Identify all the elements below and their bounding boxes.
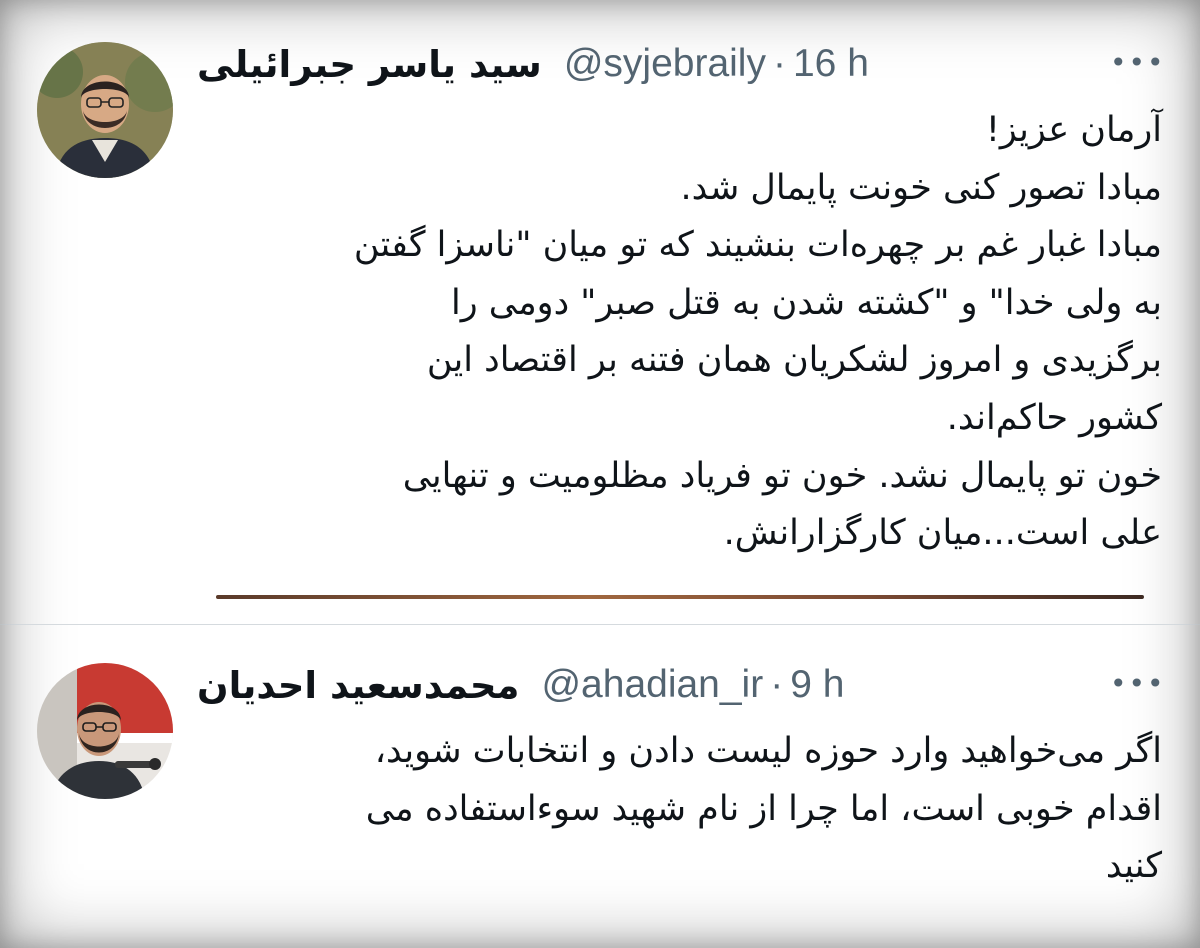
avatar-image <box>37 663 173 799</box>
tweet-text-line: به ولی خدا" و "کشته شدن به قتل صبر" دومی… <box>451 282 1162 323</box>
avatar[interactable] <box>37 42 173 178</box>
tweet-text-line: کنید <box>1105 846 1162 887</box>
tweet-text: اگر می‌خواهید وارد حوزه لیست دادن و انتخ… <box>193 723 1162 896</box>
tweet-text-line: خون تو پایمال نشد. خون تو فریاد مظلومیت … <box>402 455 1162 496</box>
tweet-text-line: اگر می‌خواهید وارد حوزه لیست دادن و انتخ… <box>374 731 1162 771</box>
tweet-text: آرمان عزیز! مبادا تصور کنی خونت پایمال ش… <box>193 102 1162 563</box>
tweet-text-line: علی است...میان کارگزارانش. <box>723 513 1162 554</box>
display-name[interactable]: سید یاسر جبرائیلی <box>197 43 542 86</box>
tweet-text-line: برگزیدی و امروز لشکریان همان فتنه بر اقت… <box>426 340 1162 381</box>
timestamp[interactable]: 9 h <box>790 663 844 707</box>
tweet-feed: سید یاسر جبرائیلی @syjebraily · 16 h •••… <box>0 0 1200 948</box>
tweet-header: محمدسعید احدیان @ahadian_ir · 9 h <box>197 655 1148 715</box>
more-dots-icon: ••• <box>1110 667 1166 700</box>
user-handle[interactable]: @ahadian_ir <box>541 663 763 707</box>
tweet-text-line: مبادا تصور کنی خونت پایمال شد. <box>680 167 1162 208</box>
timestamp[interactable]: 16 h <box>793 42 869 86</box>
avatar-image <box>37 42 173 178</box>
tweet-text-line: اقدام خوبی است، اما چرا از نام شهید سوءا… <box>365 788 1162 829</box>
tweet-text-line: مبادا غبار غم بر چهره‌ات بنشیند که تو می… <box>353 225 1162 266</box>
separator-dot: · <box>770 663 784 706</box>
tweet-ahadian[interactable]: محمدسعید احدیان @ahadian_ir · 9 h ••• اگ… <box>0 627 1200 948</box>
more-dots-icon: ••• <box>1110 46 1166 79</box>
display-name[interactable]: محمدسعید احدیان <box>197 664 519 707</box>
more-options-button[interactable]: ••• <box>1110 669 1164 699</box>
avatar[interactable] <box>37 663 173 799</box>
tweet-header: سید یاسر جبرائیلی @syjebraily · 16 h <box>197 34 1148 94</box>
media-attachment-edge[interactable] <box>216 595 1144 599</box>
tweet-divider <box>0 624 1200 625</box>
user-handle[interactable]: @syjebraily <box>564 42 766 86</box>
more-options-button[interactable]: ••• <box>1110 48 1164 78</box>
separator-dot: · <box>772 42 786 85</box>
tweet-jebraily[interactable]: سید یاسر جبرائیلی @syjebraily · 16 h •••… <box>0 0 1200 625</box>
tweet-text-line: آرمان عزیز! <box>985 110 1162 150</box>
tweet-text-line: کشور حاکم‌اند. <box>946 397 1162 438</box>
